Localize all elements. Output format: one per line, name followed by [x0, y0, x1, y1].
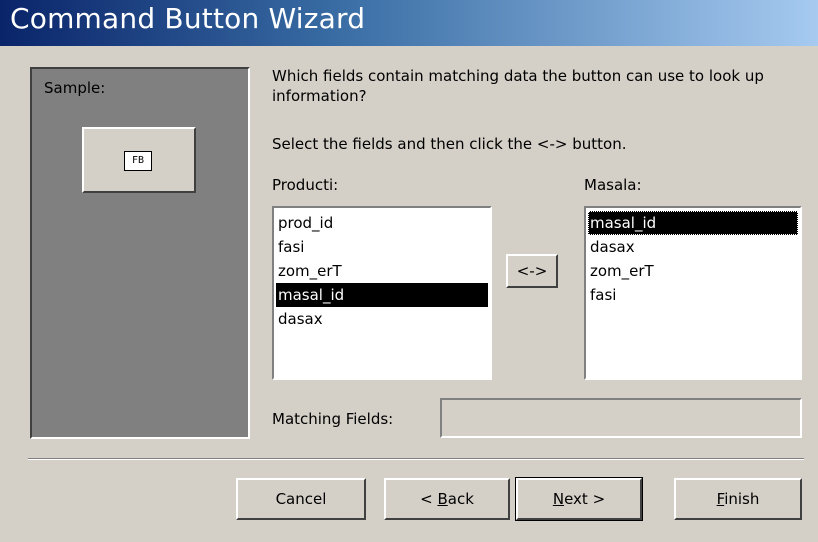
matching-fields-label: Matching Fields: [272, 410, 394, 428]
form-button-icon: FB [124, 151, 152, 171]
wizard-instruction: Select the fields and then click the <->… [272, 135, 627, 153]
separator [28, 458, 804, 460]
next-button[interactable]: Next > [515, 477, 643, 521]
list-item[interactable]: fasi [276, 235, 488, 259]
right-fields-listbox[interactable]: masal_id dasax zom_erT fasi [584, 206, 802, 380]
list-item[interactable]: fasi [588, 283, 798, 307]
next-button-mnemonic: N [552, 490, 565, 508]
back-button-prefix: < [420, 490, 438, 508]
list-item[interactable]: dasax [276, 307, 488, 331]
left-fields-listbox[interactable]: prod_id fasi zom_erT masal_id dasax [272, 206, 492, 380]
list-item[interactable]: masal_id [276, 283, 488, 307]
finish-button-rest: inish [724, 490, 760, 508]
finish-button[interactable]: Finish [674, 478, 802, 520]
left-list-label: Producti: [272, 176, 339, 194]
sample-label: Sample: [44, 79, 106, 97]
back-button[interactable]: < Back [384, 478, 510, 520]
cancel-button-label: Cancel [275, 490, 327, 508]
back-button-mnemonic: B [437, 490, 448, 508]
list-item[interactable]: prod_id [276, 211, 488, 235]
sample-button-preview: FB [82, 127, 196, 193]
next-button-rest: ext > [564, 490, 606, 508]
match-fields-button[interactable]: <-> [506, 254, 558, 288]
list-item[interactable]: zom_erT [588, 259, 798, 283]
cancel-button[interactable]: Cancel [236, 478, 366, 520]
title-bar: Command Button Wizard [0, 0, 818, 46]
sample-panel: Sample: FB [30, 67, 250, 439]
list-item[interactable]: dasax [588, 235, 798, 259]
back-button-rest: ack [447, 490, 474, 508]
list-item[interactable]: masal_id [588, 211, 798, 235]
window-title: Command Button Wizard [10, 2, 366, 35]
right-list-label: Masala: [584, 176, 642, 194]
matching-fields-box [440, 398, 802, 438]
list-item[interactable]: zom_erT [276, 259, 488, 283]
wizard-question: Which fields contain matching data the b… [272, 67, 764, 105]
